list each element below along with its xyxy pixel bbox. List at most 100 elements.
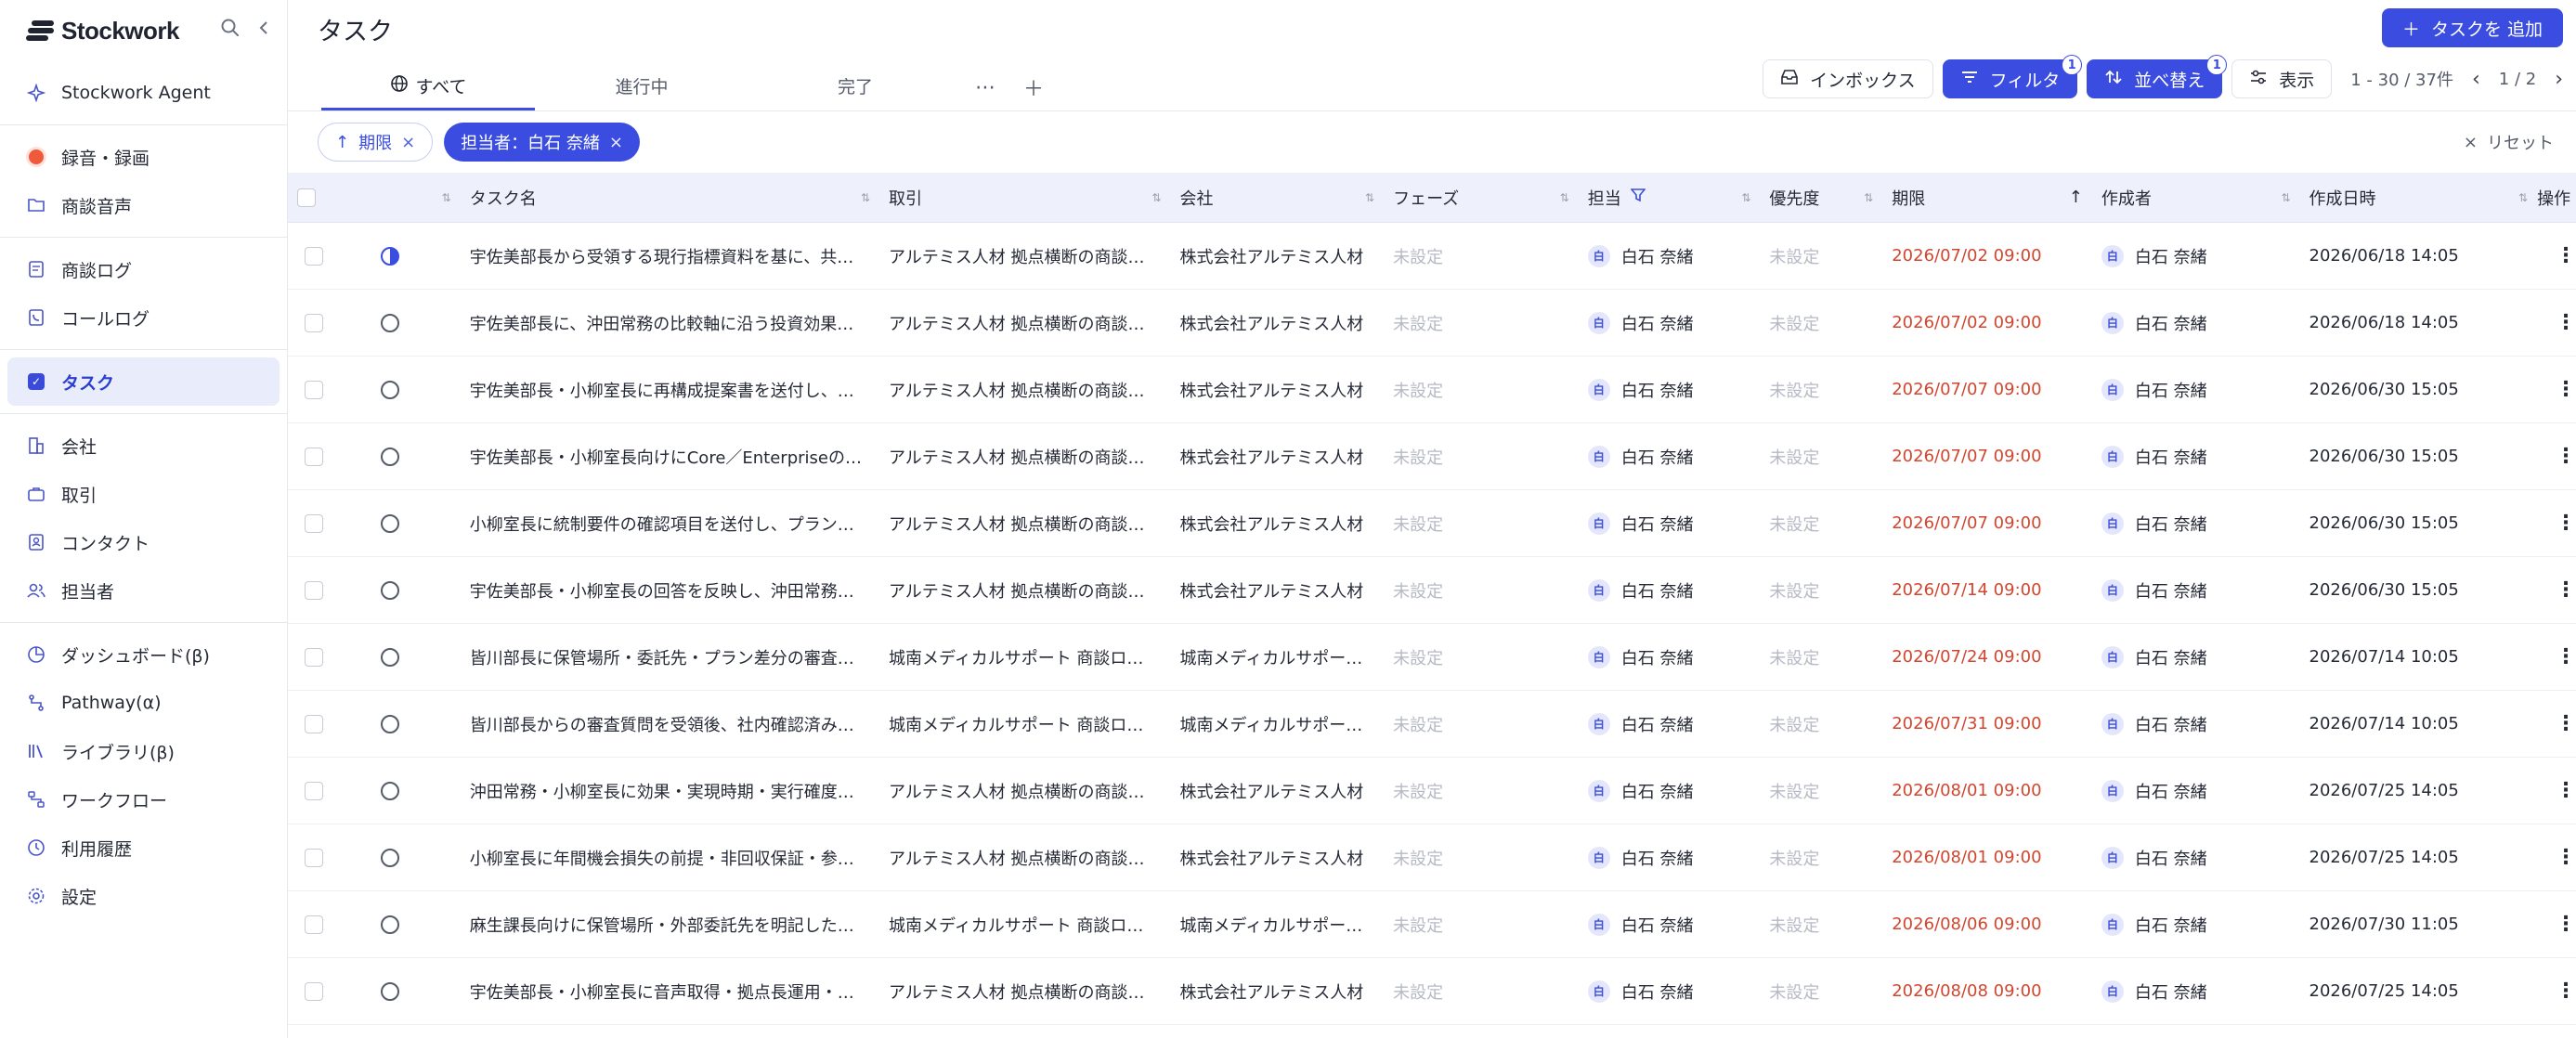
status-header[interactable]: ⇅ — [340, 173, 461, 222]
row-checkbox[interactable] — [304, 447, 323, 466]
collapse-sidebar-icon[interactable] — [257, 18, 270, 44]
company-cell[interactable]: 株式会社アルテミス人材 — [1170, 357, 1384, 422]
deal-name[interactable]: アルテミス人材 拠点横断の商談… — [889, 846, 1145, 870]
more-vertical-icon[interactable]: ⋮ — [2556, 311, 2576, 334]
sort-toggle-icon[interactable]: ⇅ — [2281, 192, 2290, 203]
sort-button[interactable]: 並べ替え 1 — [2087, 55, 2228, 98]
task-name[interactable]: 宇佐美部長・小柳室長向けにCore／Enterpriseの… — [470, 445, 862, 469]
company-name[interactable]: 株式会社アルテミス人材 — [1179, 244, 1363, 268]
company-cell[interactable]: 株式会社アルテミス人材 — [1170, 824, 1384, 890]
task-name-cell[interactable]: 麻生課長向けに保管場所・外部委託先を明記した… — [461, 891, 879, 957]
sidebar-item-dashboard[interactable]: ダッシュボード(β) — [7, 630, 280, 679]
sort-toggle-icon[interactable]: ⇅ — [1151, 192, 1161, 203]
priority-cell[interactable]: 未設定 — [1760, 557, 1882, 623]
company-cell[interactable]: 株式会社アルテミス人材 — [1170, 223, 1384, 289]
owner-cell[interactable]: 白白石 奈緒 — [1579, 691, 1761, 757]
column-header-phase[interactable]: フェーズ ⇅ — [1384, 173, 1579, 222]
company-name[interactable]: 株式会社アルテミス人材 — [1179, 779, 1363, 803]
company-name[interactable]: 株式会社アルテミス人材 — [1179, 846, 1363, 870]
priority-cell[interactable]: 未設定 — [1760, 624, 1882, 690]
due-cell[interactable]: 2026/08/06 09:00 — [1882, 891, 2092, 957]
status-open-icon[interactable] — [380, 647, 399, 667]
logo[interactable]: Stockwork — [26, 17, 180, 45]
deal-cell[interactable]: アルテミス人材 拠点横断の商談… — [879, 290, 1170, 356]
task-name-cell[interactable]: 皆川部長からの審査質問を受領後、社内確認済み… — [461, 691, 879, 757]
row-checkbox[interactable] — [304, 313, 323, 332]
owner-cell[interactable]: 白白石 奈緒 — [1579, 758, 1761, 824]
due-cell[interactable]: 2026/07/14 09:00 — [1882, 557, 2092, 623]
phase-cell[interactable]: 未設定 — [1384, 357, 1579, 422]
table-row[interactable]: 小柳室長に統制要件の確認項目を送付し、プラン… アルテミス人材 拠点横断の商談… 株… — [288, 490, 2576, 557]
due-cell[interactable]: 2026/07/02 09:00 — [1882, 223, 2092, 289]
phase-cell[interactable]: 未設定 — [1384, 824, 1579, 890]
sort-toggle-icon[interactable]: ⇅ — [1741, 192, 1750, 203]
next-page-icon[interactable]: › — [2555, 68, 2563, 91]
company-name[interactable]: 株式会社アルテミス人材 — [1179, 378, 1363, 402]
status-open-icon[interactable] — [380, 981, 399, 1001]
row-checkbox[interactable] — [304, 848, 323, 867]
priority-cell[interactable]: 未設定 — [1760, 357, 1882, 422]
sidebar-item-contact-card[interactable]: コンタクト — [7, 518, 280, 566]
deal-cell[interactable]: 城南メディカルサポート 商談ロ… — [879, 624, 1170, 690]
row-checkbox[interactable] — [304, 915, 323, 934]
deal-name[interactable]: アルテミス人材 拠点横断の商談… — [889, 244, 1145, 268]
task-name[interactable]: 沖田常務・小柳室長に効果・実現時期・実行確度… — [470, 779, 854, 803]
table-row[interactable]: 小柳室長に年間機会損失の前提・非回収保証・参… アルテミス人材 拠点横断の商談… 株… — [288, 824, 2576, 891]
priority-cell[interactable]: 未設定 — [1760, 223, 1882, 289]
column-header-due[interactable]: 期限 ↑ — [1882, 173, 2092, 222]
due-cell[interactable]: 2026/07/07 09:00 — [1882, 490, 2092, 556]
status-open-icon[interactable] — [380, 313, 399, 332]
phase-cell[interactable]: 未設定 — [1384, 624, 1579, 690]
sidebar-item-history[interactable]: 利用履歴 — [7, 824, 280, 872]
sort-toggle-icon[interactable]: ⇅ — [2518, 192, 2528, 203]
task-name[interactable]: 小柳室長に統制要件の確認項目を送付し、プラン… — [470, 512, 854, 536]
more-vertical-icon[interactable]: ⋮ — [2556, 578, 2576, 602]
view-button[interactable]: 表示 — [2231, 59, 2333, 98]
task-name-cell[interactable]: 宇佐美部長・小柳室長の回答を反映し、沖田常務… — [461, 557, 879, 623]
due-cell[interactable]: 2026/07/07 09:00 — [1882, 423, 2092, 489]
owner-cell[interactable]: 白白石 奈緒 — [1579, 557, 1761, 623]
status-open-icon[interactable] — [380, 447, 399, 466]
remove-chip-icon[interactable]: × — [609, 133, 623, 152]
task-name[interactable]: 麻生課長向けに保管場所・外部委託先を明記した… — [470, 913, 854, 937]
add-tab-icon[interactable]: ＋ — [1023, 72, 1044, 102]
sidebar-item-gear[interactable]: 設定 — [7, 872, 280, 920]
sidebar-item-briefcase[interactable]: 取引 — [7, 470, 280, 518]
deal-name[interactable]: 城南メディカルサポート 商談ロ… — [889, 645, 1143, 669]
deal-cell[interactable]: アルテミス人材 拠点横断の商談… — [879, 758, 1170, 824]
column-header-name[interactable]: タスク名 ⇅ — [461, 173, 879, 222]
more-vertical-icon[interactable]: ⋮ — [2556, 512, 2576, 535]
deal-cell[interactable]: アルテミス人材 拠点横断の商談… — [879, 557, 1170, 623]
deal-name[interactable]: アルテミス人材 拠点横断の商談… — [889, 779, 1145, 803]
deal-cell[interactable]: 城南メディカルサポート 商談ロ… — [879, 691, 1170, 757]
more-vertical-icon[interactable]: ⋮ — [2556, 378, 2576, 401]
phase-cell[interactable]: 未設定 — [1384, 223, 1579, 289]
priority-cell[interactable]: 未設定 — [1760, 691, 1882, 757]
sort-toggle-icon[interactable]: ⇅ — [442, 192, 451, 203]
row-checkbox[interactable] — [304, 246, 323, 266]
chip-due-sort[interactable]: ↑ 期限 × — [318, 123, 434, 162]
deal-cell[interactable]: アルテミス人材 拠点横断の商談… — [879, 824, 1170, 890]
company-cell[interactable]: 城南メディカルサポー… — [1170, 624, 1384, 690]
due-cell[interactable]: 2026/07/24 09:00 — [1882, 624, 2092, 690]
sidebar-item-building[interactable]: 会社 — [7, 422, 280, 470]
phase-cell[interactable]: 未設定 — [1384, 691, 1579, 757]
add-task-button[interactable]: ＋ タスクを 追加 — [2381, 8, 2563, 47]
company-name[interactable]: 株式会社アルテミス人材 — [1179, 980, 1363, 1004]
more-vertical-icon[interactable]: ⋮ — [2556, 846, 2576, 869]
column-header-creator[interactable]: 作成者 ⇅ — [2092, 173, 2300, 222]
deal-cell[interactable]: 城南メディカルサポート 商談ロ… — [879, 891, 1170, 957]
sidebar-item-pathway[interactable]: Pathway(α) — [7, 679, 280, 727]
company-cell[interactable]: 城南メディカルサポー… — [1170, 891, 1384, 957]
company-name[interactable]: 城南メディカルサポー… — [1179, 913, 1362, 937]
column-header-priority[interactable]: 優先度 ⇅ — [1760, 173, 1882, 222]
priority-cell[interactable]: 未設定 — [1760, 290, 1882, 356]
deal-name[interactable]: アルテミス人材 拠点横断の商談… — [889, 445, 1145, 469]
phase-cell[interactable]: 未設定 — [1384, 958, 1579, 1024]
sidebar-item-sparkle[interactable]: Stockwork Agent — [7, 69, 280, 117]
table-row[interactable]: 麻生課長向けに保管場所・外部委託先を明記した… 城南メディカルサポート 商談ロ… 城… — [288, 891, 2576, 958]
reset-button[interactable]: × リセット — [2464, 111, 2554, 173]
phase-cell[interactable]: 未設定 — [1384, 891, 1579, 957]
prev-page-icon[interactable]: ‹ — [2472, 68, 2480, 91]
company-cell[interactable]: 株式会社アルテミス人材 — [1170, 423, 1384, 489]
